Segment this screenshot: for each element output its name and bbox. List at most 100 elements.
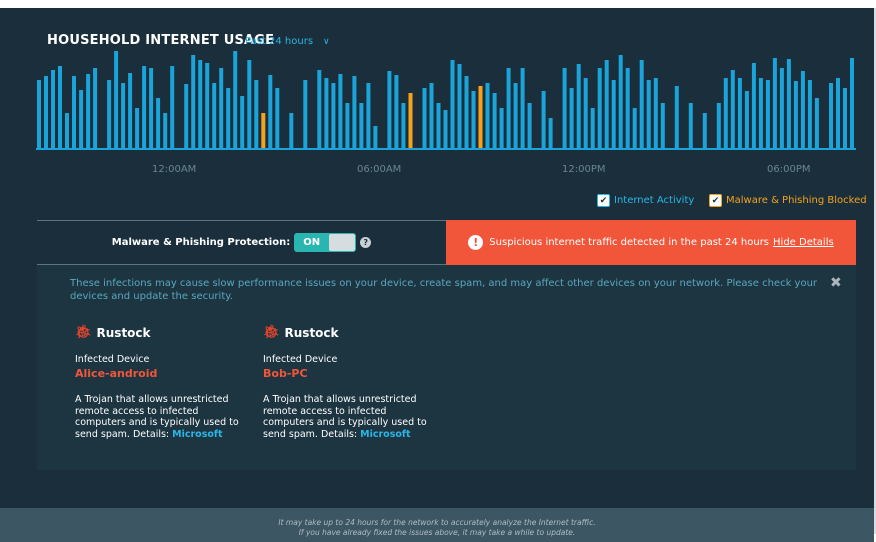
activity-bar: [562, 68, 567, 148]
activity-bar: [583, 78, 588, 148]
toggle-state: ON: [303, 237, 321, 248]
activity-bar: [58, 66, 62, 148]
activity-bar: [843, 88, 847, 148]
checkbox-checked-icon: ✔: [709, 194, 722, 207]
activity-bar: [79, 90, 84, 148]
activity-bar: [394, 75, 399, 148]
activity-bar: [331, 83, 336, 148]
activity-bar: [836, 78, 840, 148]
activity-bar: [723, 78, 728, 148]
activity-bar: [289, 113, 294, 148]
infection-description: A Trojan that allows unrestricted remote…: [263, 394, 438, 440]
activity-bar: [485, 83, 490, 148]
time-range-dropdown[interactable]: Past 24 hours ∨: [245, 36, 330, 47]
activity-bar: [527, 103, 532, 148]
activity-bar: [436, 103, 441, 148]
activity-bar: [625, 68, 630, 148]
activity-bar: [163, 113, 168, 148]
activity-bar: [135, 108, 140, 148]
activity-bar: [72, 76, 76, 148]
activity-bar: [639, 60, 644, 148]
activity-bar: [114, 51, 119, 148]
malware-bar: [408, 93, 413, 148]
activity-bar: [51, 70, 55, 148]
warning-icon: !: [468, 235, 484, 250]
device-label: Infected Device: [263, 354, 338, 365]
activity-bar: [758, 78, 763, 148]
x-tick-label: 12:00AM: [152, 164, 197, 175]
activity-bar: [317, 70, 322, 148]
device-label: Infected Device: [75, 354, 150, 365]
activity-bar: [149, 68, 154, 148]
activity-bar: [233, 51, 238, 148]
activity-bar: [450, 60, 455, 148]
activity-bar: [737, 78, 742, 148]
protection-label: Malware & Phishing Protection:: [111, 237, 291, 248]
details-label: Details:: [320, 428, 358, 440]
microsoft-link[interactable]: Microsoft: [172, 429, 222, 440]
legend-malware-blocked[interactable]: ✔ Malware & Phishing Blocked: [709, 194, 867, 207]
time-range-value: Past 24 hours: [245, 36, 314, 47]
legend-internet-activity[interactable]: ✔ Internet Activity: [597, 194, 694, 207]
alert-message: Suspicious internet traffic detected in …: [489, 237, 770, 248]
activity-bar: [800, 71, 805, 148]
hide-details-link[interactable]: Hide Details: [773, 237, 834, 248]
activity-bar: [779, 68, 784, 148]
toggle-knob: [329, 234, 356, 251]
x-tick-label: 06:00AM: [357, 164, 402, 175]
activity-bar: [611, 80, 616, 148]
activity-bar: [37, 80, 41, 148]
activity-bar: [702, 113, 707, 148]
activity-bar: [345, 103, 350, 148]
activity-bar: [730, 70, 735, 148]
page-title: HOUSEHOLD INTERNET USAGE: [47, 33, 275, 48]
malware-bar: [478, 86, 483, 148]
checkbox-checked-icon: ✔: [597, 194, 610, 207]
activity-bar: [464, 76, 469, 148]
activity-bar: [212, 83, 217, 148]
activity-bar: [590, 108, 595, 148]
activity-bar: [184, 84, 189, 148]
activity-bar: [121, 83, 126, 148]
activity-bar: [807, 80, 812, 148]
activity-bar: [765, 80, 770, 148]
activity-bar: [751, 63, 756, 148]
activity-bar: [786, 59, 791, 148]
activity-bar: [569, 88, 574, 148]
activity-bar: [632, 108, 637, 148]
activity-bar: [303, 80, 308, 148]
activity-bar: [506, 68, 511, 148]
infection-name: Rustock: [96, 325, 151, 340]
bug-icon: 🐞︎: [75, 325, 92, 340]
details-intro: These infections may cause slow performa…: [70, 278, 818, 302]
infection-name: Rustock: [284, 325, 339, 340]
activity-bar: [814, 98, 819, 148]
activity-bar: [198, 60, 203, 148]
usage-chart: [36, 51, 856, 150]
activity-bar: [86, 74, 91, 148]
activity-bar: [660, 103, 665, 148]
activity-bar: [226, 88, 231, 148]
activity-bar: [247, 60, 252, 148]
activity-bar: [429, 83, 434, 148]
details-panel: These infections may cause slow performa…: [37, 265, 856, 470]
close-icon[interactable]: ✖: [830, 275, 842, 291]
protection-toggle[interactable]: ON: [294, 233, 357, 252]
help-icon[interactable]: ?: [360, 237, 372, 248]
activity-bar: [492, 93, 497, 148]
activity-bar: [604, 60, 609, 148]
activity-bar: [618, 55, 623, 148]
footer-line: If you have already fixed the issues abo…: [298, 528, 576, 537]
infection-card: 🐞︎ Rustock Infected Device Bob-PC A Troj…: [263, 325, 438, 440]
activity-bar: [142, 66, 147, 148]
activity-bar: [170, 66, 175, 148]
infection-name-row: 🐞︎ Rustock: [75, 325, 250, 340]
activity-bar: [548, 118, 553, 148]
footer-line: It may take up to 24 hours for the netwo…: [278, 518, 596, 527]
microsoft-link[interactable]: Microsoft: [360, 429, 410, 440]
chevron-down-icon: ∨: [323, 37, 330, 47]
activity-bar: [128, 73, 133, 148]
activity-bar: [829, 83, 833, 148]
activity-bar: [338, 74, 343, 148]
activity-bar: [366, 83, 371, 148]
